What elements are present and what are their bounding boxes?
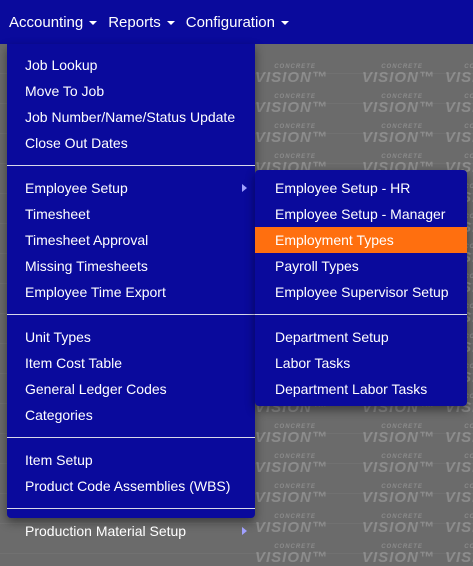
concrete-vision-watermark: CONCRETEVISION™ — [255, 94, 328, 116]
caret-down-icon — [166, 21, 175, 25]
concrete-vision-watermark: CONCRETEVISION™ — [445, 424, 473, 446]
concrete-vision-watermark: CONCRETEVISION™ — [362, 124, 435, 146]
concrete-vision-watermark: CONCRETEVISION™ — [362, 454, 435, 476]
chevron-right-icon — [242, 184, 247, 192]
configuration-dropdown-menu: Job Lookup Move To Job Job Number/Name/S… — [7, 44, 255, 539]
menu-item-item-setup[interactable]: Item Setup — [7, 447, 255, 473]
concrete-vision-watermark: CONCRETEVISION™ — [255, 64, 328, 86]
concrete-vision-watermark: CONCRETEVISION™ — [445, 544, 473, 566]
chevron-right-icon — [242, 527, 247, 535]
menu-item-item-cost-table[interactable]: Item Cost Table — [7, 350, 255, 376]
submenu-item-department-setup[interactable]: Department Setup — [255, 324, 467, 350]
concrete-vision-watermark: CONCRETEVISION™ — [445, 94, 473, 116]
menu-item-job-lookup[interactable]: Job Lookup — [7, 52, 255, 78]
concrete-vision-watermark: CONCRETEVISION™ — [445, 124, 473, 146]
caret-down-icon — [89, 21, 98, 25]
menu-item-unit-types[interactable]: Unit Types — [7, 324, 255, 350]
nav-reports-label: Reports — [108, 13, 161, 31]
submenu-item-payroll-types[interactable]: Payroll Types — [255, 253, 467, 279]
menu-item-timesheet-approval[interactable]: Timesheet Approval — [7, 227, 255, 253]
menu-item-production-material-setup-label: Production Material Setup — [25, 523, 187, 539]
menu-item-timesheet[interactable]: Timesheet — [7, 201, 255, 227]
concrete-vision-watermark: CONCRETEVISION™ — [445, 64, 473, 86]
menu-divider — [7, 165, 255, 166]
submenu-item-employment-types[interactable]: Employment Types — [255, 227, 467, 253]
concrete-vision-watermark: CONCRETEVISION™ — [362, 94, 435, 116]
employee-setup-submenu: Employee Setup - HR Employee Setup - Man… — [255, 170, 467, 406]
nav-accounting-label: Accounting — [9, 13, 84, 31]
concrete-vision-watermark: CONCRETEVISION™ — [362, 64, 435, 86]
menu-item-product-code-assemblies[interactable]: Product Code Assemblies (WBS) — [7, 473, 255, 499]
nav-accounting[interactable]: Accounting — [9, 13, 98, 31]
menu-item-close-out-dates[interactable]: Close Out Dates — [7, 130, 255, 156]
submenu-item-employee-setup-manager[interactable]: Employee Setup - Manager — [255, 201, 467, 227]
menu-item-employee-time-export[interactable]: Employee Time Export — [7, 279, 255, 305]
concrete-vision-watermark: CONCRETEVISION™ — [445, 454, 473, 476]
menu-item-general-ledger-codes[interactable]: General Ledger Codes — [7, 376, 255, 402]
concrete-vision-watermark: CONCRETEVISION™ — [255, 454, 328, 476]
concrete-vision-watermark: CONCRETEVISION™ — [445, 484, 473, 506]
concrete-vision-watermark: CONCRETEVISION™ — [255, 544, 328, 566]
concrete-vision-watermark: CONCRETEVISION™ — [255, 514, 328, 536]
menu-divider — [7, 508, 255, 509]
caret-down-icon — [280, 21, 289, 25]
top-navbar: Accounting Reports Configuration — [0, 0, 473, 44]
concrete-vision-watermark: CONCRETEVISION™ — [362, 424, 435, 446]
menu-item-production-material-setup[interactable]: Production Material Setup — [7, 518, 255, 544]
concrete-vision-watermark: CONCRETEVISION™ — [362, 514, 435, 536]
menu-item-move-to-job[interactable]: Move To Job — [7, 78, 255, 104]
concrete-vision-watermark: CONCRETEVISION™ — [255, 124, 328, 146]
submenu-item-department-labor-tasks[interactable]: Department Labor Tasks — [255, 376, 467, 402]
menu-item-job-number-update[interactable]: Job Number/Name/Status Update — [7, 104, 255, 130]
menu-item-missing-timesheets[interactable]: Missing Timesheets — [7, 253, 255, 279]
submenu-item-employee-setup-hr[interactable]: Employee Setup - HR — [255, 175, 467, 201]
submenu-divider — [255, 314, 467, 315]
nav-reports[interactable]: Reports — [108, 14, 175, 31]
submenu-item-employee-supervisor-setup[interactable]: Employee Supervisor Setup — [255, 279, 467, 305]
concrete-vision-watermark: CONCRETEVISION™ — [362, 484, 435, 506]
nav-configuration[interactable]: Configuration — [186, 14, 289, 31]
menu-divider — [7, 314, 255, 315]
concrete-vision-watermark: CONCRETEVISION™ — [362, 544, 435, 566]
nav-configuration-label: Configuration — [185, 13, 275, 31]
menu-item-employee-setup[interactable]: Employee Setup — [7, 175, 255, 201]
menu-divider — [7, 437, 255, 438]
menu-item-employee-setup-label: Employee Setup — [25, 180, 128, 196]
concrete-vision-watermark: CONCRETEVISION™ — [255, 424, 328, 446]
submenu-item-labor-tasks[interactable]: Labor Tasks — [255, 350, 467, 376]
menu-item-categories[interactable]: Categories — [7, 402, 255, 428]
concrete-vision-watermark: CONCRETEVISION™ — [445, 514, 473, 536]
concrete-vision-watermark: CONCRETEVISION™ — [255, 484, 328, 506]
